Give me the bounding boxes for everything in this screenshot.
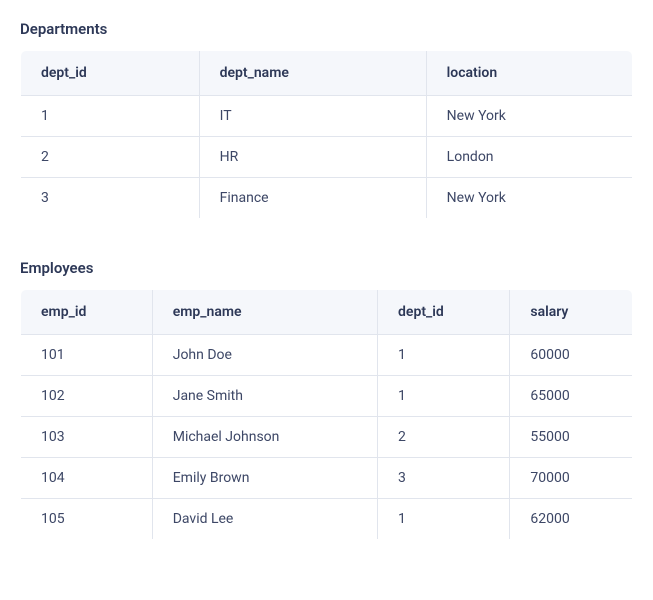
cell-salary: 62000 bbox=[510, 499, 633, 540]
cell-emp-id: 104 bbox=[21, 458, 153, 499]
column-header: emp_id bbox=[21, 290, 153, 335]
table-header-row: dept_id dept_name location bbox=[21, 51, 633, 96]
employees-title: Employees bbox=[20, 259, 633, 277]
cell-dept-id: 1 bbox=[378, 335, 510, 376]
departments-table: dept_id dept_name location 1 IT New York… bbox=[20, 50, 633, 219]
cell-emp-name: Emily Brown bbox=[152, 458, 377, 499]
departments-section: Departments dept_id dept_name location 1… bbox=[20, 20, 633, 219]
cell-dept-id: 3 bbox=[378, 458, 510, 499]
column-header: dept_id bbox=[378, 290, 510, 335]
column-header: salary bbox=[510, 290, 633, 335]
column-header: dept_name bbox=[199, 51, 426, 96]
cell-emp-name: David Lee bbox=[152, 499, 377, 540]
departments-title: Departments bbox=[20, 20, 633, 38]
table-row: 2 HR London bbox=[21, 137, 633, 178]
table-header-row: emp_id emp_name dept_id salary bbox=[21, 290, 633, 335]
table-row: 105 David Lee 1 62000 bbox=[21, 499, 633, 540]
cell-location: New York bbox=[426, 178, 632, 219]
cell-emp-name: Jane Smith bbox=[152, 376, 377, 417]
column-header: location bbox=[426, 51, 632, 96]
cell-dept-id: 1 bbox=[378, 376, 510, 417]
cell-emp-name: John Doe bbox=[152, 335, 377, 376]
cell-salary: 55000 bbox=[510, 417, 633, 458]
cell-emp-id: 105 bbox=[21, 499, 153, 540]
table-row: 101 John Doe 1 60000 bbox=[21, 335, 633, 376]
cell-dept-id: 1 bbox=[378, 499, 510, 540]
cell-salary: 65000 bbox=[510, 376, 633, 417]
cell-location: London bbox=[426, 137, 632, 178]
employees-table: emp_id emp_name dept_id salary 101 John … bbox=[20, 289, 633, 540]
cell-location: New York bbox=[426, 96, 632, 137]
cell-emp-id: 103 bbox=[21, 417, 153, 458]
cell-dept-name: HR bbox=[199, 137, 426, 178]
cell-dept-name: Finance bbox=[199, 178, 426, 219]
table-row: 103 Michael Johnson 2 55000 bbox=[21, 417, 633, 458]
table-row: 1 IT New York bbox=[21, 96, 633, 137]
table-row: 102 Jane Smith 1 65000 bbox=[21, 376, 633, 417]
cell-emp-id: 101 bbox=[21, 335, 153, 376]
table-row: 104 Emily Brown 3 70000 bbox=[21, 458, 633, 499]
cell-salary: 70000 bbox=[510, 458, 633, 499]
column-header: dept_id bbox=[21, 51, 200, 96]
cell-salary: 60000 bbox=[510, 335, 633, 376]
cell-dept-id: 3 bbox=[21, 178, 200, 219]
cell-emp-name: Michael Johnson bbox=[152, 417, 377, 458]
cell-dept-name: IT bbox=[199, 96, 426, 137]
cell-dept-id: 2 bbox=[21, 137, 200, 178]
column-header: emp_name bbox=[152, 290, 377, 335]
cell-emp-id: 102 bbox=[21, 376, 153, 417]
employees-section: Employees emp_id emp_name dept_id salary… bbox=[20, 259, 633, 540]
cell-dept-id: 2 bbox=[378, 417, 510, 458]
table-row: 3 Finance New York bbox=[21, 178, 633, 219]
cell-dept-id: 1 bbox=[21, 96, 200, 137]
